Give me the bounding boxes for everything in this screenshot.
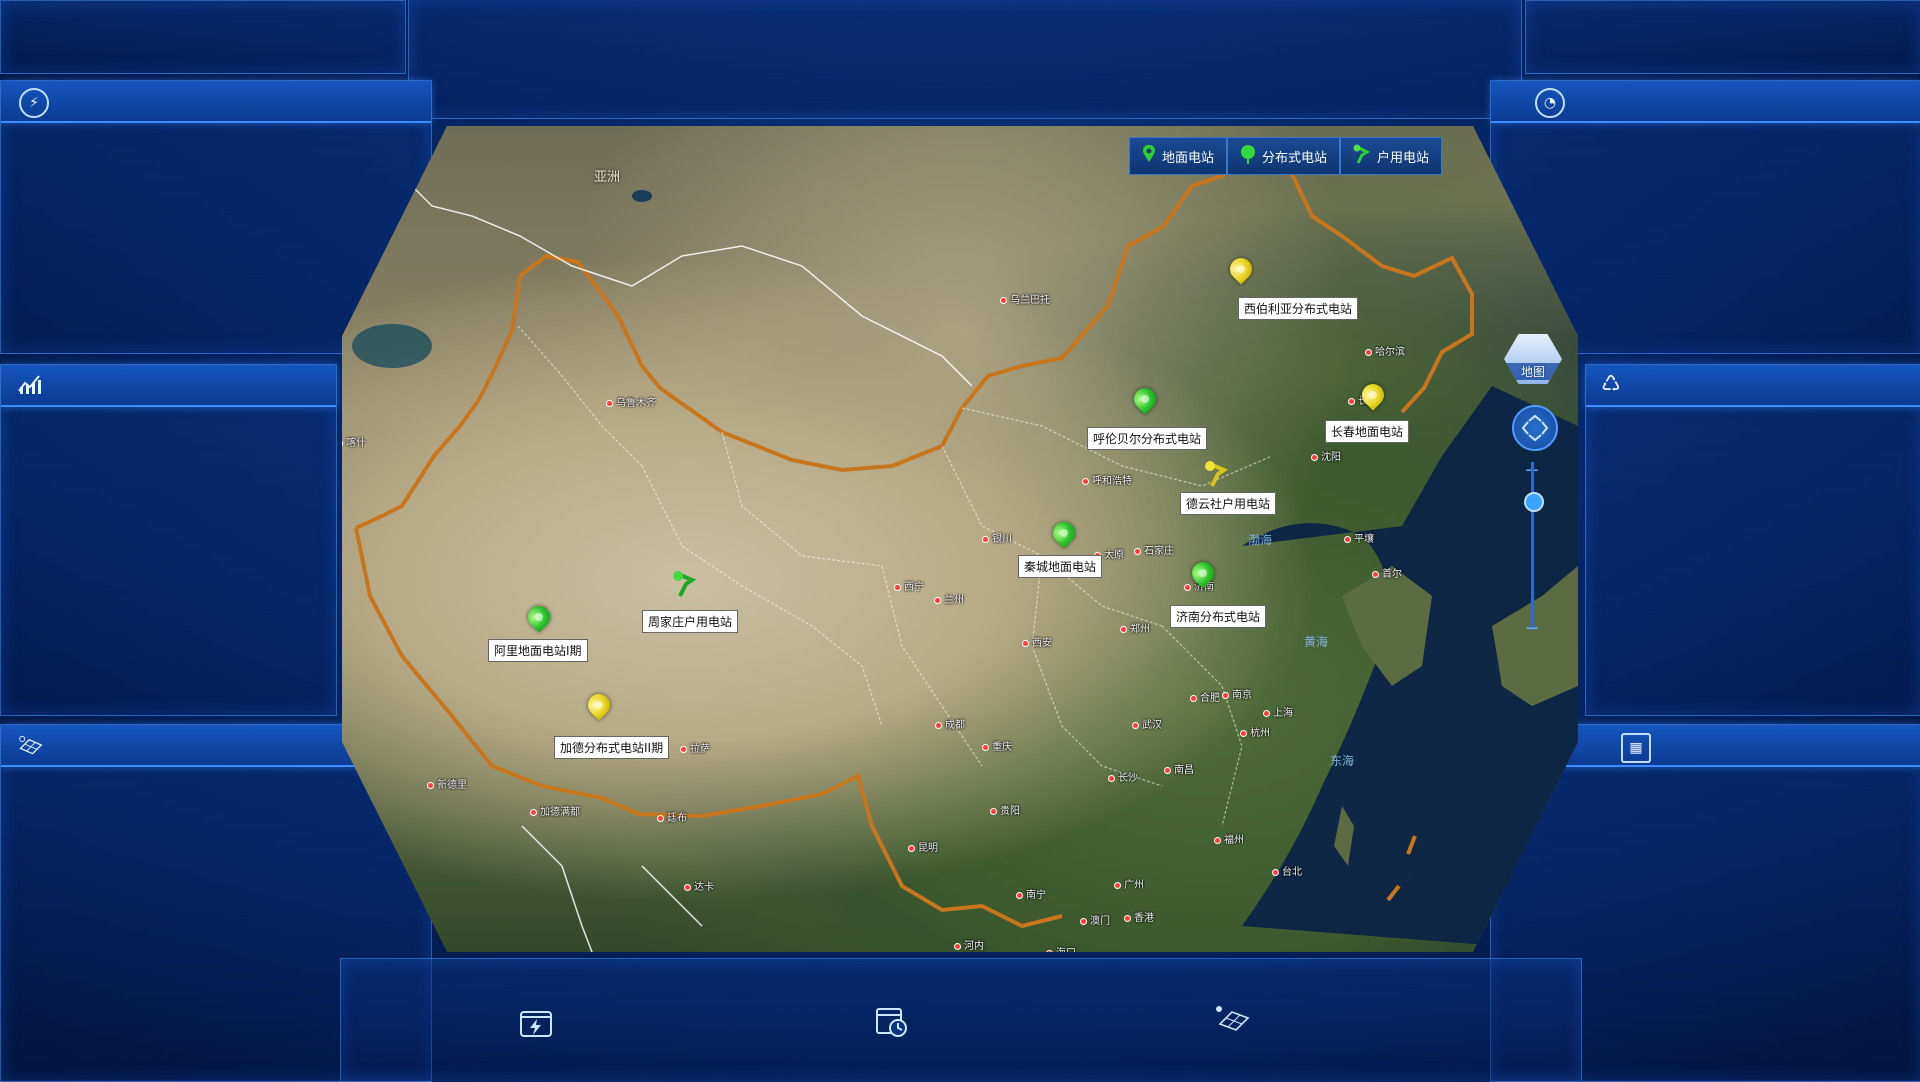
city-urumqi: 乌鲁木齐: [606, 394, 656, 409]
city-hongkong: 香港: [1124, 909, 1154, 924]
city-thimphu: 廷布: [657, 809, 687, 824]
city-xining: 西宁: [894, 578, 924, 593]
zoom-slider-knob[interactable]: [1524, 492, 1544, 512]
city-hanoi: 河内: [954, 937, 984, 952]
recycle-icon[interactable]: ♺: [1598, 371, 1624, 397]
station-pin-qincheng[interactable]: [1048, 517, 1080, 552]
lightning-circle-icon[interactable]: ⚡: [19, 88, 49, 118]
city-taibei: 台北: [1272, 863, 1302, 878]
city-guiyang: 贵阳: [990, 802, 1020, 817]
city-hohhot: 呼和浩特: [1082, 472, 1132, 487]
city-yinchuan: 银川: [982, 530, 1012, 545]
green-pin-icon: [1142, 144, 1156, 167]
city-kunming: 昆明: [908, 839, 938, 854]
city-lanzhou: 兰州: [934, 591, 964, 606]
legend-label: 地面电站: [1162, 150, 1215, 166]
station-label-ali[interactable]: 阿里地面电站I期: [488, 639, 588, 662]
station-label-zhoujiazhuang[interactable]: 周家庄户用电站: [642, 610, 739, 633]
legend-label: 户用电站: [1377, 150, 1430, 166]
calendar-icon[interactable]: ▦: [1621, 733, 1651, 763]
city-dhaka: 达卡: [684, 878, 714, 893]
map-borders: [352, 126, 1578, 952]
city-lhasa: 拉萨: [680, 740, 710, 755]
city-nanning: 南宁: [1016, 886, 1046, 901]
lightning-box-icon[interactable]: [516, 1006, 556, 1040]
top-left-strip: [0, 0, 406, 74]
city-changsha: 长沙: [1108, 769, 1138, 784]
china-satellite-map[interactable]: 亚洲 渤海 黄海 东海 乌兰巴托 乌鲁木齐 喀什 哈尔滨 长春 沈阳 呼和浩特 …: [342, 126, 1578, 952]
sea-label-east-sea: 东海: [1330, 754, 1355, 768]
city-zhengzhou: 郑州: [1120, 620, 1150, 635]
zoom-slider-track[interactable]: [1531, 462, 1534, 630]
station-pin-jinan[interactable]: [1187, 557, 1219, 592]
city-guangzhou: 广州: [1114, 876, 1144, 891]
city-hangzhou: 杭州: [1240, 724, 1270, 739]
station-label-jinan[interactable]: 济南分布式电站: [1170, 605, 1267, 628]
city-ulaanbaatar: 乌兰巴托: [1000, 291, 1050, 306]
station-label-deyunshe[interactable]: 德云社户用电站: [1180, 492, 1277, 515]
city-newdelhi: 新德里: [427, 776, 467, 791]
station-label-qincheng[interactable]: 秦城地面电站: [1018, 555, 1103, 578]
right-panel-2: ♺: [1585, 364, 1920, 716]
station-pin-hulunbuir[interactable]: [1129, 383, 1161, 418]
city-shanghai: 上海: [1263, 704, 1293, 719]
station-pin-changchun[interactable]: [1357, 379, 1389, 414]
top-right-strip: [1525, 0, 1920, 74]
station-label-hulunbuir[interactable]: 呼伦贝尔分布式电站: [1087, 427, 1208, 450]
city-kathmandu: 加德满都: [530, 803, 580, 818]
solar-panel-icon[interactable]: [17, 732, 43, 758]
city-xian: 西安: [1022, 634, 1052, 649]
green-balloon-icon: [1240, 144, 1256, 168]
pan-arrows-icon: [1521, 414, 1549, 442]
sea-label-bohai: 渤海: [1248, 533, 1273, 547]
zoom-out-button[interactable]: −: [1523, 620, 1541, 638]
city-kashgar: 喀什: [342, 434, 366, 449]
city-chongqing: 重庆: [982, 738, 1012, 753]
green-pushpin-icon: [1353, 144, 1371, 168]
gauge-icon[interactable]: ◔: [1535, 88, 1565, 118]
sea-label-yellow-sea: 黄海: [1304, 635, 1329, 649]
city-hefei: 合肥: [1190, 689, 1220, 704]
pan-control[interactable]: [1512, 405, 1558, 451]
legend-household-station[interactable]: 户用电站: [1340, 137, 1443, 175]
legend-ground-station[interactable]: 地面电站: [1129, 137, 1228, 175]
city-shenyang: 沈阳: [1311, 448, 1341, 463]
city-pyongyang: 平壤: [1344, 530, 1374, 545]
city-fuzhou: 福州: [1214, 831, 1244, 846]
city-harbin: 哈尔滨: [1365, 343, 1405, 358]
city-chengdu: 成都: [935, 716, 965, 731]
calendar-clock-icon[interactable]: [872, 1004, 912, 1038]
city-wuhan: 武汉: [1132, 716, 1162, 731]
station-pin-ali[interactable]: [523, 601, 555, 636]
legend-label: 分布式电站: [1262, 150, 1328, 166]
station-pin-siberia[interactable]: [1225, 253, 1257, 288]
city-haikou: 海口: [1046, 944, 1076, 952]
station-pin-jiade[interactable]: [583, 689, 615, 724]
city-macau: 澳门: [1080, 912, 1110, 927]
top-center-strip: [408, 0, 1522, 119]
city-shijiazhuang: 石家庄: [1134, 542, 1174, 557]
city-seoul: 首尔: [1372, 565, 1402, 580]
chart-icon[interactable]: [17, 371, 43, 397]
city-nanchang: 南昌: [1164, 761, 1194, 776]
station-pin-zhoujiazhuang[interactable]: [672, 570, 698, 600]
legend-distributed-station[interactable]: 分布式电站: [1227, 137, 1341, 175]
station-type-legend: 地面电站 分布式电站 户用电站: [1129, 137, 1443, 175]
solar-array-icon[interactable]: [1212, 1002, 1252, 1036]
station-label-changchun[interactable]: 长春地面电站: [1325, 420, 1410, 443]
station-label-siberia[interactable]: 西伯利亚分布式电站: [1238, 297, 1359, 320]
city-nanjing: 南京: [1222, 686, 1252, 701]
region-label-asia: 亚洲: [594, 170, 621, 185]
station-pin-deyunshe[interactable]: [1204, 460, 1230, 490]
station-label-jiade[interactable]: 加德分布式电站II期: [554, 736, 670, 759]
left-panel-2: [0, 364, 337, 716]
